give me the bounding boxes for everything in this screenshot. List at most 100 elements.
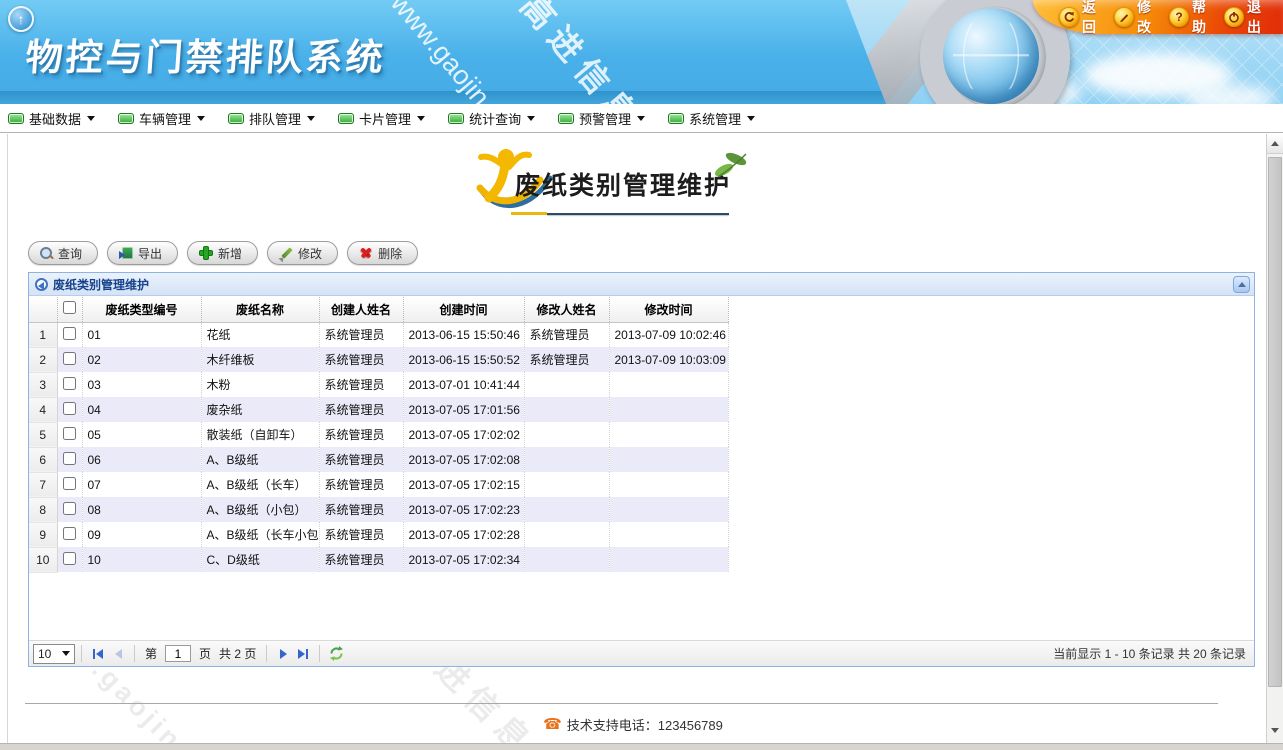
cell-created: 2013-07-05 17:02:23 [403, 497, 524, 522]
row-number-cell: 10 [29, 547, 57, 572]
cell-creator: 系统管理员 [319, 322, 403, 347]
row-checkbox-cell [57, 472, 82, 497]
table-row[interactable]: 9 09 A、B级纸（长车小包） 系统管理员 2013-07-05 17:02:… [29, 522, 728, 547]
row-checkbox[interactable] [63, 377, 76, 390]
page-size-value: 10 [38, 647, 51, 661]
cell-name: A、B级纸（长车） [201, 472, 319, 497]
header-action-strip: 返回 修改 ? 帮助 退出 [1033, 0, 1283, 34]
cell-modifier [524, 497, 609, 522]
last-page-button[interactable] [293, 644, 313, 664]
menu-item[interactable]: 车辆管理 [118, 109, 205, 128]
cell-code: 03 [82, 372, 201, 397]
menu-item[interactable]: 统计查询 [448, 109, 535, 128]
add-button[interactable]: 新增 [187, 241, 258, 265]
cell-created: 2013-07-05 17:02:34 [403, 547, 524, 572]
globe-logo [943, 8, 1039, 104]
data-grid: 废纸类型编号 废纸名称 创建人姓名 创建时间 修改人姓名 修改时间 1 [29, 297, 729, 573]
help-button[interactable]: ? 帮助 [1169, 0, 1218, 37]
cell-creator: 系统管理员 [319, 422, 403, 447]
next-page-button[interactable] [273, 644, 293, 664]
vertical-scrollbar[interactable] [1266, 134, 1283, 743]
cell-code: 10 [82, 547, 201, 572]
cell-modifier [524, 472, 609, 497]
cell-creator: 系统管理员 [319, 372, 403, 397]
row-checkbox[interactable] [63, 552, 76, 565]
modify-button-header[interactable]: 修改 [1114, 0, 1163, 37]
page-suffix-label: 页 [199, 645, 211, 662]
table-row[interactable]: 4 04 废杂纸 系统管理员 2013-07-05 17:01:56 [29, 397, 728, 422]
cell-created: 2013-07-05 17:02:28 [403, 522, 524, 547]
table-row[interactable]: 5 05 散装纸（自卸车） 系统管理员 2013-07-05 17:02:02 [29, 422, 728, 447]
column-header-name: 废纸名称 [201, 297, 319, 322]
back-button[interactable]: 返回 [1059, 0, 1108, 37]
query-button[interactable]: 查询 [28, 241, 98, 265]
menu-item[interactable]: 预警管理 [558, 109, 645, 128]
cell-creator: 系统管理员 [319, 347, 403, 372]
page-size-select[interactable]: 10 [33, 644, 75, 664]
row-checkbox[interactable] [63, 477, 76, 490]
prev-page-button[interactable] [108, 644, 128, 664]
refresh-button[interactable] [326, 644, 346, 664]
table-row[interactable]: 7 07 A、B级纸（长车） 系统管理员 2013-07-05 17:02:15 [29, 472, 728, 497]
first-page-button[interactable] [88, 644, 108, 664]
cell-creator: 系统管理员 [319, 497, 403, 522]
row-checkbox-cell [57, 447, 82, 472]
phone-icon: ☎ [543, 717, 562, 732]
row-checkbox[interactable] [63, 352, 76, 365]
cell-modified [609, 522, 728, 547]
cell-modified [609, 372, 728, 397]
table-row[interactable]: 3 03 木粉 系统管理员 2013-07-01 10:41:44 [29, 372, 728, 397]
cell-created: 2013-07-01 10:41:44 [403, 372, 524, 397]
scroll-down-button[interactable] [1267, 721, 1283, 739]
table-row[interactable]: 1 01 花纸 系统管理员 2013-06-15 15:50:46 系统管理员 … [29, 322, 728, 347]
menu-panel-icon [228, 113, 244, 124]
page-number-input[interactable] [165, 645, 191, 662]
table-row[interactable]: 2 02 木纤维板 系统管理员 2013-06-15 15:50:52 系统管理… [29, 347, 728, 372]
menu-item[interactable]: 系统管理 [668, 109, 755, 128]
row-checkbox[interactable] [63, 427, 76, 440]
cell-creator: 系统管理员 [319, 547, 403, 572]
banner-underline [511, 212, 729, 215]
row-checkbox[interactable] [63, 452, 76, 465]
row-number-cell: 9 [29, 522, 57, 547]
cell-code: 02 [82, 347, 201, 372]
column-header-modifier: 修改人姓名 [524, 297, 609, 322]
row-number-cell: 4 [29, 397, 57, 422]
table-row[interactable]: 6 06 A、B级纸 系统管理员 2013-07-05 17:02:08 [29, 447, 728, 472]
main-menu-bar: 基础数据 车辆管理 排队管理 卡片管理 [0, 104, 1283, 133]
cell-code: 05 [82, 422, 201, 447]
power-icon [1224, 7, 1244, 27]
row-checkbox[interactable] [63, 502, 76, 515]
row-number-cell: 6 [29, 447, 57, 472]
cell-name: 废杂纸 [201, 397, 319, 422]
cell-code: 09 [82, 522, 201, 547]
cell-created: 2013-07-05 17:01:56 [403, 397, 524, 422]
row-checkbox[interactable] [63, 327, 76, 340]
delete-button[interactable]: 删除 [347, 241, 418, 265]
menu-item[interactable]: 基础数据 [8, 109, 95, 128]
menu-item[interactable]: 卡片管理 [338, 109, 425, 128]
row-checkbox[interactable] [63, 527, 76, 540]
menu-panel-icon [668, 113, 684, 124]
modify-button[interactable]: 修改 [267, 241, 338, 265]
panel-body: 废纸类型编号 废纸名称 创建人姓名 创建时间 修改人姓名 修改时间 1 [29, 296, 1254, 640]
export-excel-icon [119, 247, 133, 259]
table-row[interactable]: 10 10 C、D级纸 系统管理员 2013-07-05 17:02:34 [29, 547, 728, 572]
row-checkbox[interactable] [63, 402, 76, 415]
export-button[interactable]: 导出 [107, 241, 178, 265]
modify-label: 修改 [298, 245, 322, 262]
query-label: 查询 [58, 245, 82, 262]
menu-item[interactable]: 排队管理 [228, 109, 315, 128]
row-number-cell: 1 [29, 322, 57, 347]
cell-code: 01 [82, 322, 201, 347]
help-label: 帮助 [1192, 0, 1218, 37]
logout-button[interactable]: 退出 [1224, 0, 1273, 37]
panel-header: 废纸类别管理维护 [29, 273, 1254, 296]
scrollbar-thumb[interactable] [1268, 157, 1282, 687]
row-number-cell: 5 [29, 422, 57, 447]
cell-creator: 系统管理员 [319, 447, 403, 472]
panel-collapse-button[interactable] [1233, 276, 1250, 293]
select-all-checkbox[interactable] [63, 301, 76, 314]
scroll-up-button[interactable] [1267, 134, 1283, 154]
table-row[interactable]: 8 08 A、B级纸（小包） 系统管理员 2013-07-05 17:02:23 [29, 497, 728, 522]
